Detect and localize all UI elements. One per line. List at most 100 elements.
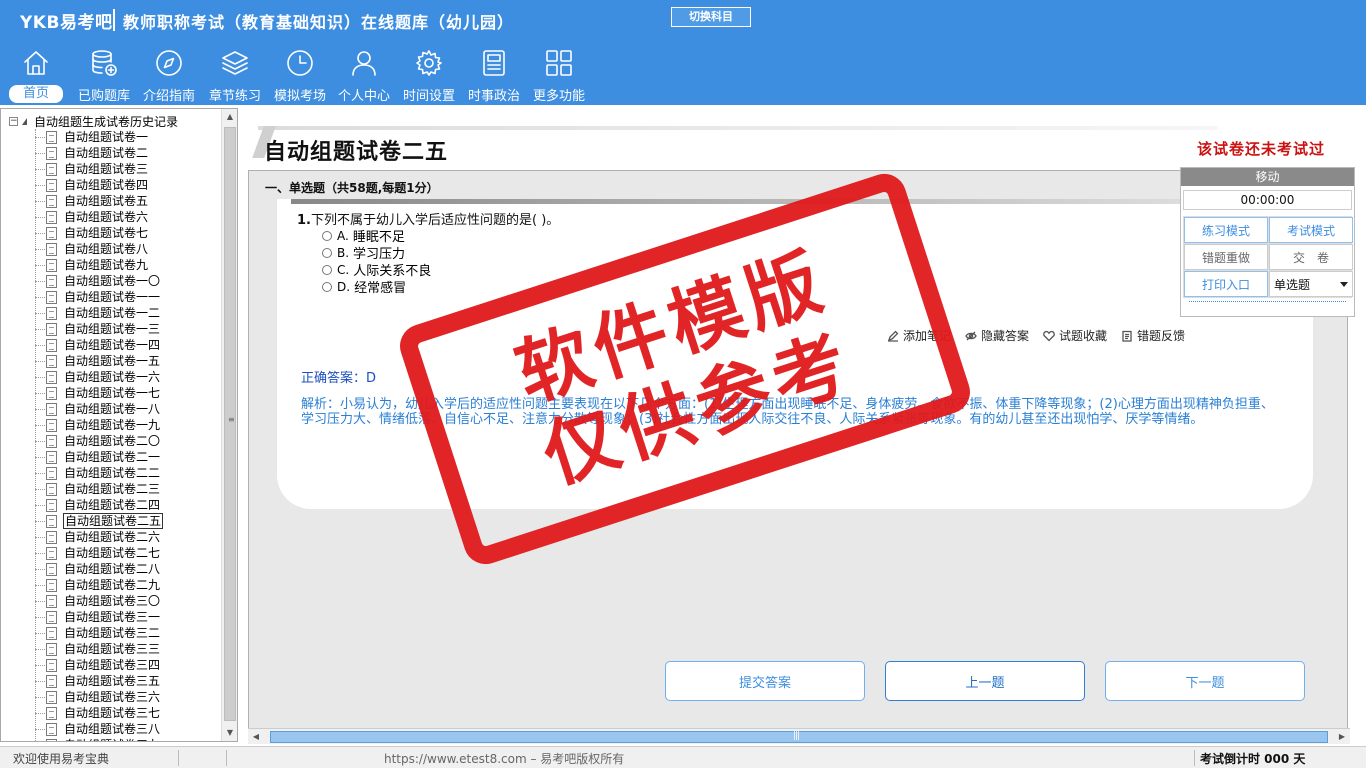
horizontal-scrollbar[interactable]: ◀ ||| ▶ [248, 728, 1350, 744]
tree-item[interactable]: 自动组题试卷三 [35, 161, 163, 177]
tree-item[interactable]: 自动组题试卷二三 [35, 481, 163, 497]
scroll-right-icon[interactable]: ▶ [1334, 729, 1350, 745]
tree-item[interactable]: 自动组题试卷二一 [35, 449, 163, 465]
tree-item[interactable]: 自动组题试卷三四 [35, 657, 163, 673]
nav-item-home[interactable]: 首页 [0, 46, 72, 104]
hide-answer-button[interactable]: 隐藏答案 [965, 327, 1029, 344]
feedback-button[interactable]: 错题反馈 [1121, 327, 1185, 344]
tree-item[interactable]: 自动组题试卷三〇 [35, 593, 163, 609]
tree-item[interactable]: 自动组题试卷三五 [35, 673, 163, 689]
radio-button[interactable] [322, 264, 332, 275]
scroll-down-icon[interactable]: ▼ [222, 725, 237, 741]
paper-history-tree[interactable]: − 自动组题生成试卷历史记录 自动组题试卷一 自动组题试卷二 自动组题试卷三 自动组题… [0, 108, 238, 742]
tree-item-label: 自动组题试卷三三 [64, 642, 161, 656]
option-b[interactable]: B. 学习压力 [322, 244, 431, 262]
tree-item-label: 自动组题试卷一四 [64, 338, 161, 352]
tree-item[interactable]: 自动组题试卷一〇 [35, 273, 163, 289]
hand-in-button[interactable]: 交 卷 [1269, 244, 1353, 270]
tree-item[interactable]: 自动组题试卷四 [35, 177, 163, 193]
tree-item[interactable]: 自动组题试卷三八 [35, 721, 163, 737]
nav-item-mock-exam[interactable]: 模拟考场 [268, 46, 332, 104]
nav-item-guide[interactable]: 介绍指南 [136, 46, 202, 104]
print-button[interactable]: 打印入口 [1184, 271, 1268, 297]
prev-question-button[interactable]: 上一题 [885, 661, 1085, 701]
tree-item[interactable]: 自动组题试卷一二 [35, 305, 163, 321]
switch-subject-button[interactable]: 切换科目 [671, 7, 751, 27]
tree-item[interactable]: 自动组题试卷三七 [35, 705, 163, 721]
scroll-up-icon[interactable]: ▲ [222, 109, 237, 125]
option-letter: A. [337, 228, 349, 243]
tree-item[interactable]: 自动组题试卷八 [35, 241, 163, 257]
nav-item-current-affairs[interactable]: 时事政治 [462, 46, 526, 104]
collapse-toggle[interactable]: − [9, 116, 18, 126]
tree-item[interactable]: 自动组题试卷七 [35, 225, 163, 241]
document-icon [46, 178, 57, 192]
nav-item-profile[interactable]: 个人中心 [332, 46, 396, 104]
tree-item[interactable]: 自动组题试卷三三 [35, 641, 163, 657]
tree-item-label: 自动组题试卷一二 [64, 306, 161, 320]
tree-item[interactable]: 自动组题试卷二〇 [35, 433, 163, 449]
nav-item-chapter[interactable]: 章节练习 [202, 46, 268, 104]
radio-button[interactable] [322, 230, 332, 241]
option-a[interactable]: A. 睡眠不足 [322, 227, 431, 245]
tree-item[interactable]: 自动组题试卷二二 [35, 465, 163, 481]
tree-item[interactable]: 自动组题试卷三九 [35, 737, 163, 741]
tree-item[interactable]: 自动组题试卷二八 [35, 561, 163, 577]
app-title: 教师职称考试（教育基础知识）在线题库（幼儿园） [123, 13, 515, 32]
tree-item[interactable]: 自动组题试卷三一 [35, 609, 163, 625]
exam-mode-button[interactable]: 考试模式 [1269, 217, 1353, 243]
favorite-button[interactable]: 试题收藏 [1043, 327, 1107, 344]
tree-item[interactable]: 自动组题试卷五 [35, 193, 163, 209]
clock-icon [283, 46, 317, 80]
add-note-button[interactable]: 添加笔记 [887, 327, 951, 344]
scroll-left-icon[interactable]: ◀ [248, 729, 264, 745]
question-type-select[interactable]: 单选题 [1269, 271, 1353, 297]
practice-mode-button[interactable]: 练习模式 [1184, 217, 1268, 243]
exam-control-panel[interactable]: 移动 00:00:00 练习模式 考试模式 错题重做 交 卷 打印入口 单选题 [1180, 167, 1355, 317]
tree-item[interactable]: 自动组题试卷二四 [35, 497, 163, 513]
next-question-button[interactable]: 下一题 [1105, 661, 1305, 701]
title-decoration [258, 126, 1218, 130]
tree-item[interactable]: 自动组题试卷一六 [35, 369, 163, 385]
tree-scrollbar[interactable]: ▲ ≡ ▼ [221, 109, 237, 741]
tree-item[interactable]: 自动组题试卷六 [35, 209, 163, 225]
database-icon [87, 46, 121, 80]
option-c[interactable]: C. 人际关系不良 [322, 261, 431, 279]
document-icon [46, 658, 57, 672]
tree-item[interactable]: 自动组题试卷二七 [35, 545, 163, 561]
exam-status: 该试卷还未考试过 [1197, 140, 1326, 158]
nav-item-time-settings[interactable]: 时间设置 [396, 46, 462, 104]
tree-item[interactable]: 自动组题试卷九 [35, 257, 163, 273]
option-d[interactable]: D. 经常感冒 [322, 278, 431, 296]
tree-item[interactable]: 自动组题试卷二五 [35, 513, 164, 529]
nav-item-more[interactable]: 更多功能 [526, 46, 592, 104]
tree-item[interactable]: 自动组题试卷一四 [35, 337, 163, 353]
tree-item[interactable]: 自动组题试卷一三 [35, 321, 163, 337]
correct-answer: 正确答案：D [301, 371, 377, 386]
tree-item-label: 自动组题试卷三四 [64, 658, 161, 672]
tree-item[interactable]: 自动组题试卷三二 [35, 625, 163, 641]
scroll-thumb[interactable]: ≡ [224, 127, 236, 721]
panel-drag-handle[interactable]: 移动 [1181, 168, 1354, 186]
news-icon [477, 46, 511, 80]
radio-button[interactable] [322, 281, 332, 292]
submit-answer-button[interactable]: 提交答案 [665, 661, 865, 701]
radio-button[interactable] [322, 247, 332, 258]
tree-item[interactable]: 自动组题试卷一七 [35, 385, 163, 401]
tree-item[interactable]: 自动组题试卷二 [35, 145, 163, 161]
tree-item[interactable]: 自动组题试卷一九 [35, 417, 163, 433]
tree-root[interactable]: − 自动组题生成试卷历史记录 [9, 113, 178, 129]
tree-item[interactable]: 自动组题试卷一五 [35, 353, 163, 369]
nav-item-purchased[interactable]: 已购题库 [72, 46, 136, 104]
tree-item[interactable]: 自动组题试卷二九 [35, 577, 163, 593]
tree-item[interactable]: 自动组题试卷一八 [35, 401, 163, 417]
document-icon [46, 146, 57, 160]
option-letter: B. [337, 245, 350, 260]
redo-wrong-button[interactable]: 错题重做 [1184, 244, 1268, 270]
tree-item[interactable]: 自动组题试卷一一 [35, 289, 163, 305]
tree-item[interactable]: 自动组题试卷二六 [35, 529, 163, 545]
document-icon [46, 194, 57, 208]
tree-item[interactable]: 自动组题试卷一 [35, 129, 163, 145]
scroll-thumb[interactable]: ||| [270, 731, 1328, 743]
tree-item[interactable]: 自动组题试卷三六 [35, 689, 163, 705]
